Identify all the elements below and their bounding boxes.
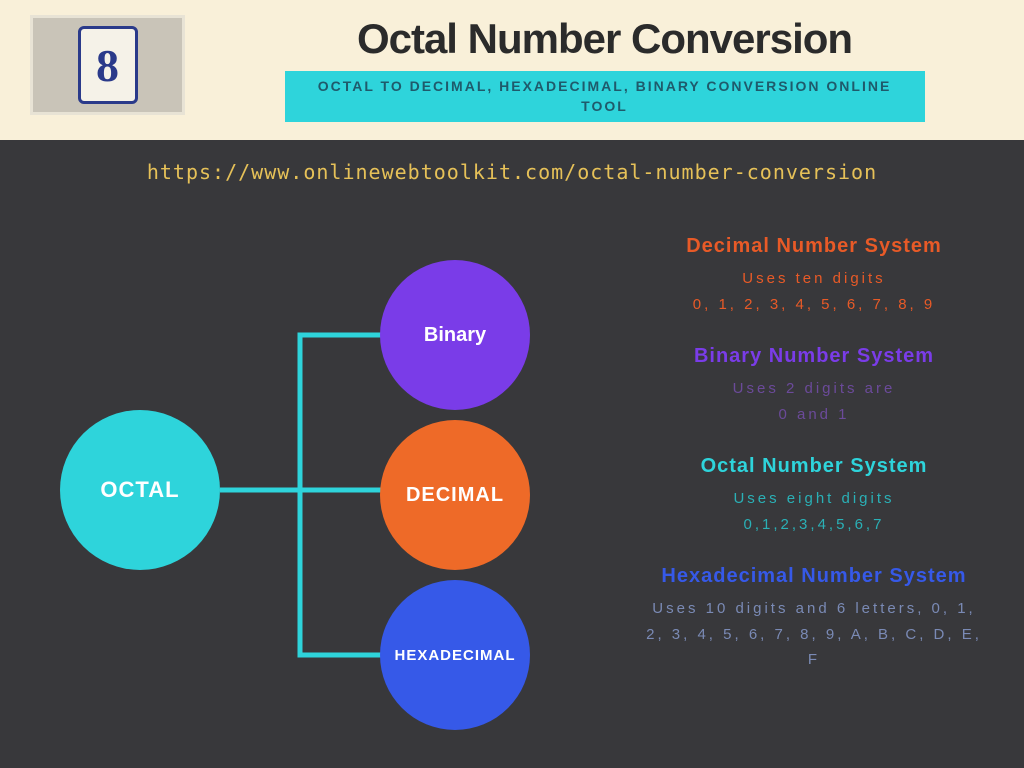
info-octal-title: Octal Number System: [644, 455, 984, 478]
info-hex-line1: Uses 10 digits and 6 letters, 0, 1, 2, 3…: [646, 600, 982, 668]
info-hex-body: Uses 10 digits and 6 letters, 0, 1, 2, 3…: [644, 596, 984, 673]
info-binary-line2: 0 and 1: [778, 406, 849, 423]
info-decimal-body: Uses ten digits 0, 1, 2, 3, 4, 5, 6, 7, …: [644, 266, 984, 317]
info-decimal: Decimal Number System Uses ten digits 0,…: [644, 235, 984, 317]
subtitle: OCTAL TO DECIMAL, HEXADECIMAL, BINARY CO…: [305, 77, 905, 116]
info-hex-title: Hexadecimal Number System: [644, 565, 984, 588]
info-hex: Hexadecimal Number System Uses 10 digits…: [644, 565, 984, 673]
info-octal-body: Uses eight digits 0,1,2,3,4,5,6,7: [644, 486, 984, 537]
content: https://www.onlinewebtoolkit.com/octal-n…: [0, 140, 1024, 768]
info-octal-line1: Uses eight digits: [733, 490, 894, 507]
page-title: Octal Number Conversion: [215, 15, 994, 63]
header-image: 8: [30, 15, 185, 115]
info-binary-line1: Uses 2 digits are: [733, 380, 896, 397]
diagram: OCTAL Binary DECIMAL HEXADECIMAL: [60, 220, 590, 740]
info-octal: Octal Number System Uses eight digits 0,…: [644, 455, 984, 537]
tile-digit: 8: [78, 26, 138, 104]
info-binary: Binary Number System Uses 2 digits are 0…: [644, 345, 984, 427]
header: 8 Octal Number Conversion OCTAL TO DECIM…: [0, 0, 1024, 140]
info-binary-body: Uses 2 digits are 0 and 1: [644, 376, 984, 427]
node-binary: Binary: [380, 260, 530, 410]
info-binary-title: Binary Number System: [644, 345, 984, 368]
node-decimal: DECIMAL: [380, 420, 530, 570]
header-text: Octal Number Conversion OCTAL TO DECIMAL…: [215, 15, 994, 122]
info-panel: Decimal Number System Uses ten digits 0,…: [644, 235, 984, 701]
subtitle-box: OCTAL TO DECIMAL, HEXADECIMAL, BINARY CO…: [285, 71, 925, 122]
info-decimal-line1: Uses ten digits: [742, 270, 885, 287]
node-octal: OCTAL: [60, 410, 220, 570]
info-decimal-line2: 0, 1, 2, 3, 4, 5, 6, 7, 8, 9: [693, 296, 935, 313]
info-decimal-title: Decimal Number System: [644, 235, 984, 258]
node-hexadecimal: HEXADECIMAL: [380, 580, 530, 730]
info-octal-line2: 0,1,2,3,4,5,6,7: [744, 516, 885, 533]
tool-url: https://www.onlinewebtoolkit.com/octal-n…: [40, 160, 984, 184]
